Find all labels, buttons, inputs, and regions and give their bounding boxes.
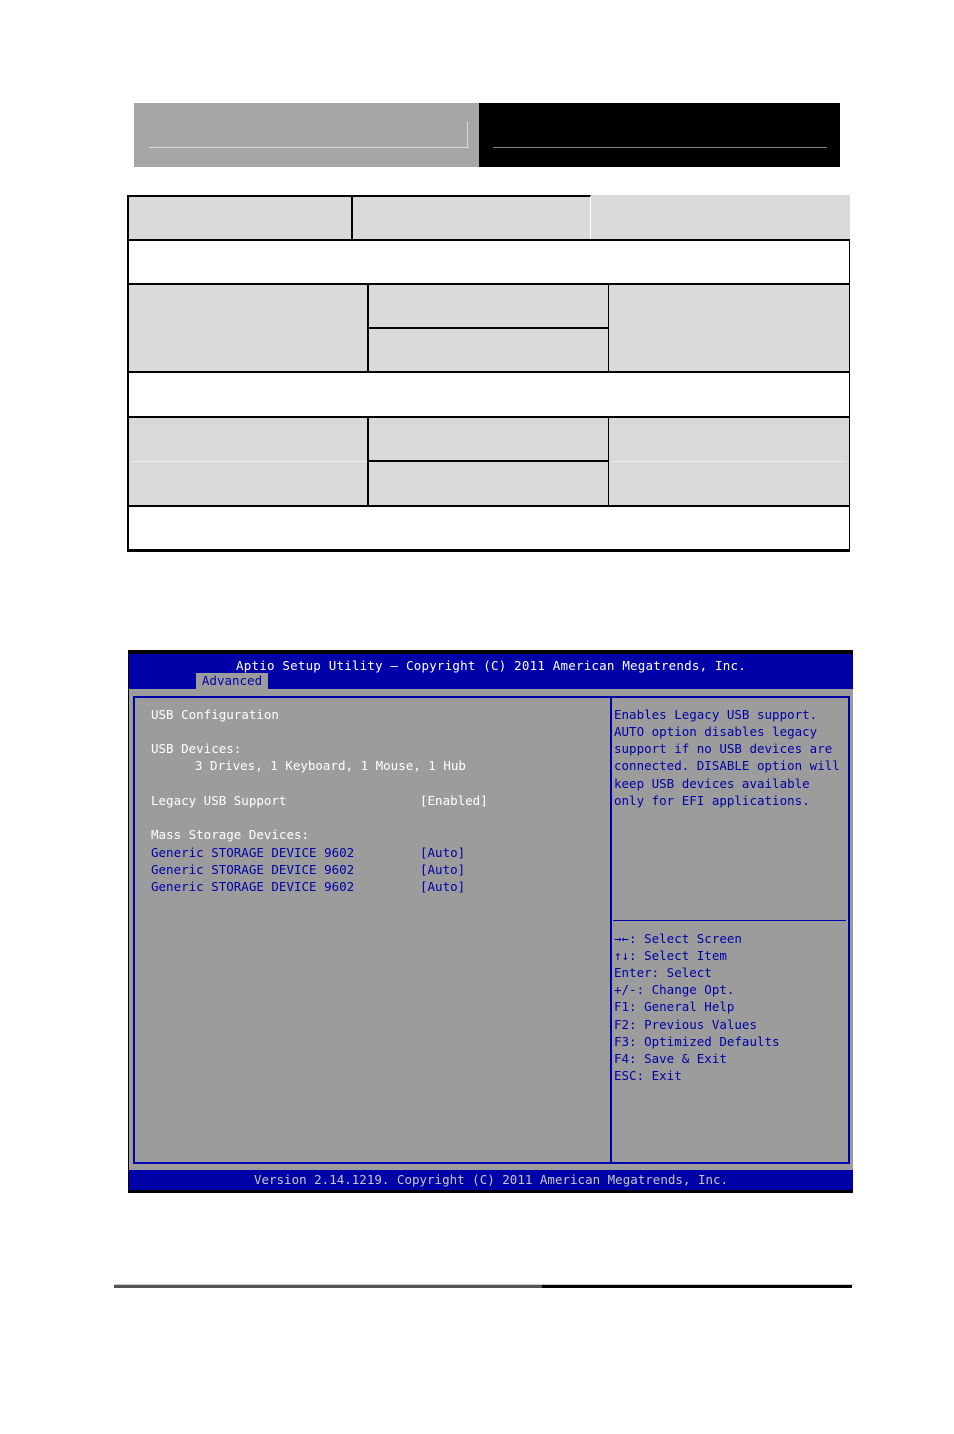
- key-help-enter: Enter: Select: [614, 965, 712, 980]
- table-cell: [353, 195, 591, 241]
- legacy-usb-support-value[interactable]: [Enabled]: [420, 792, 488, 809]
- storage-device-value[interactable]: [Auto]: [420, 844, 465, 861]
- bios-footer-bar: Version 2.14.1219. Copyright (C) 2011 Am…: [129, 1170, 853, 1190]
- table-row-full: [127, 239, 850, 285]
- table-cell: [369, 416, 609, 462]
- footer-rule-left: [114, 1285, 544, 1288]
- page-header-right: [479, 103, 840, 167]
- tab-advanced[interactable]: Advanced: [196, 673, 268, 689]
- header-divider: [493, 147, 827, 148]
- storage-device-value[interactable]: [Auto]: [420, 861, 465, 878]
- bios-title-bar: Aptio Setup Utility – Copyright (C) 2011…: [129, 654, 853, 689]
- help-text-line: support if no USB devices are: [614, 741, 833, 756]
- header-divider-vertical: [467, 122, 468, 148]
- key-help-select-item: ↑↓: Select Item: [614, 948, 727, 963]
- key-help-f3: F3: Optimized Defaults: [614, 1034, 780, 1049]
- bios-version-text: Version 2.14.1219. Copyright (C) 2011 Am…: [253, 1172, 729, 1187]
- page-header-left: [134, 103, 479, 167]
- legacy-usb-support-label[interactable]: Legacy USB Support: [151, 792, 286, 809]
- table-row-full: [127, 505, 850, 552]
- help-divider: [613, 920, 846, 921]
- key-help-select-screen: →←: Select Screen: [614, 931, 742, 946]
- bios-body: USB Configuration USB Devices: 3 Drives,…: [129, 689, 853, 1170]
- bios-setup-screen: Aptio Setup Utility – Copyright (C) 2011…: [128, 650, 853, 1193]
- usb-devices-value: 3 Drives, 1 Keyboard, 1 Mouse, 1 Hub: [195, 758, 466, 773]
- help-text-line: connected. DISABLE option will: [614, 758, 840, 773]
- header-divider: [149, 147, 469, 148]
- table-cell: [127, 283, 369, 373]
- table-row-full: [127, 371, 850, 418]
- table-cell: [609, 283, 850, 373]
- storage-device-label[interactable]: Generic STORAGE DEVICE 9602: [151, 861, 354, 878]
- help-text-line: AUTO option disables legacy: [614, 724, 818, 739]
- key-help-esc: ESC: Exit: [614, 1068, 682, 1083]
- option-table: [127, 195, 850, 552]
- key-help-f4: F4: Save & Exit: [614, 1051, 727, 1066]
- cell-divider: [611, 461, 846, 462]
- help-text-line: keep USB devices available: [614, 776, 810, 791]
- key-help-f1: F1: General Help: [614, 999, 735, 1014]
- storage-device-label[interactable]: Generic STORAGE DEVICE 9602: [151, 878, 354, 895]
- storage-device-value[interactable]: [Auto]: [420, 878, 465, 895]
- usb-devices-label: USB Devices:: [151, 741, 242, 756]
- table-cell: [369, 283, 609, 329]
- table-cell: [591, 195, 850, 241]
- table-cell: [127, 195, 353, 241]
- help-text-line: Enables Legacy USB support.: [614, 707, 818, 722]
- help-text-line: only for EFI applications.: [614, 793, 810, 808]
- bios-title: Aptio Setup Utility – Copyright (C) 2011…: [236, 658, 746, 673]
- key-help-change-opt: +/-: Change Opt.: [614, 982, 735, 997]
- section-heading: USB Configuration: [151, 707, 279, 722]
- cell-divider: [131, 461, 367, 462]
- footer-rule-right: [542, 1285, 852, 1288]
- key-help-f2: F2: Previous Values: [614, 1017, 757, 1032]
- table-cell: [369, 327, 609, 373]
- mass-storage-label: Mass Storage Devices:: [151, 827, 310, 842]
- storage-device-label[interactable]: Generic STORAGE DEVICE 9602: [151, 844, 354, 861]
- table-cell: [369, 460, 609, 507]
